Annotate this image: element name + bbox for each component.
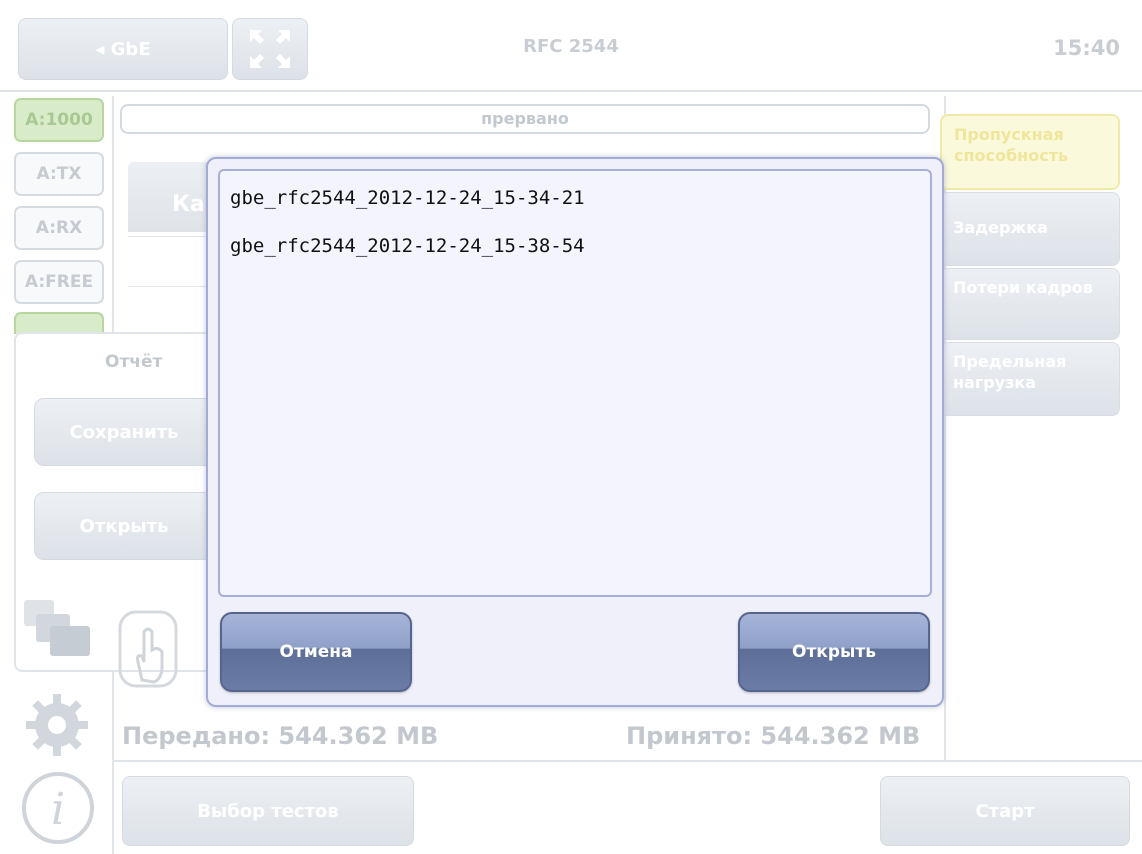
table-gridline [128, 236, 208, 237]
files-icon[interactable] [22, 598, 94, 664]
cancel-button[interactable]: Отмена [220, 612, 412, 692]
port-afree[interactable]: A:FREE [14, 260, 104, 304]
screen-title: RFC 2544 [523, 36, 619, 57]
open-report-button[interactable]: Открыть [34, 492, 214, 560]
tab-latency[interactable]: Задержка [940, 192, 1120, 266]
table-header: Ка [128, 162, 208, 232]
svg-text:i: i [51, 784, 65, 835]
list-item[interactable]: gbe_rfc2544_2012-12-24_15-38-54 [228, 225, 922, 273]
clock: 15:40 [1053, 36, 1120, 60]
touch-icon[interactable] [118, 610, 184, 694]
save-report-button[interactable]: Сохранить [34, 398, 214, 466]
port-arx[interactable]: A:RX [14, 206, 104, 250]
open-button[interactable]: Открыть [738, 612, 930, 692]
tab-frame-loss[interactable]: Потери кадров [940, 268, 1120, 340]
received-bytes: Принято: 544.362 MB [626, 722, 921, 750]
select-tests-button[interactable]: Выбор тестов [122, 776, 414, 846]
list-item[interactable]: gbe_rfc2544_2012-12-24_15-34-21 [228, 177, 922, 225]
start-button[interactable]: Старт [880, 776, 1130, 846]
sent-bytes: Передано: 544.362 MB [122, 722, 439, 750]
port-atx[interactable]: A:TX [14, 152, 104, 196]
report-title: Отчёт [105, 352, 163, 372]
table-gridline [128, 286, 208, 287]
settings-gear-icon[interactable] [22, 690, 92, 764]
info-icon[interactable]: i [20, 770, 96, 850]
port-partial[interactable] [14, 312, 104, 334]
tab-back-to-back[interactable]: Предельная нагрузка [940, 342, 1120, 416]
status-bar: прервано [120, 104, 930, 134]
port-a1000[interactable]: A:1000 [14, 98, 104, 142]
tab-throughput[interactable]: Пропускная способность [940, 114, 1120, 190]
bottom-divider [112, 760, 1142, 762]
file-list[interactable]: gbe_rfc2544_2012-12-24_15-34-21 gbe_rfc2… [218, 169, 932, 597]
